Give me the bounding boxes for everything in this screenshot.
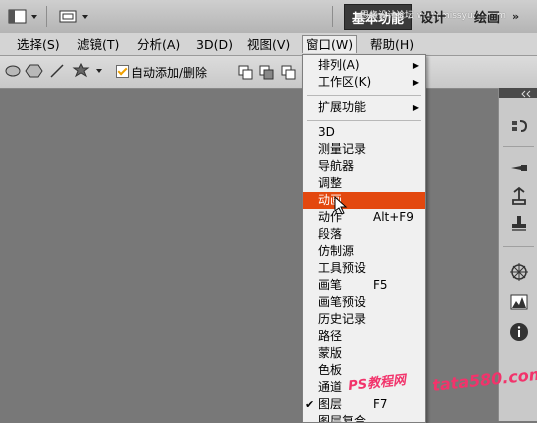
menu-item-animation[interactable]: 动画 bbox=[303, 192, 425, 209]
menu-item-label: 画笔预设 bbox=[318, 295, 367, 309]
menu-bar: 选择(S) 滤镜(T) 分析(A) 3D(D) 视图(V) 窗口(W) 帮助(H… bbox=[0, 33, 537, 56]
menu-separator bbox=[307, 95, 421, 96]
layout-icon bbox=[8, 9, 37, 23]
menu-item-actions[interactable]: 动作 Alt+F9 bbox=[303, 209, 425, 226]
menu-item-paths[interactable]: 路径 bbox=[303, 328, 425, 345]
menu-view[interactable]: 视图(V) bbox=[244, 36, 293, 53]
histogram-panel-button[interactable] bbox=[507, 290, 531, 314]
panel-divider bbox=[503, 246, 534, 247]
stamp-icon bbox=[512, 216, 526, 231]
workspace-paint-button[interactable]: 绘画 bbox=[474, 4, 500, 28]
tool-presets-panel-button[interactable] bbox=[507, 212, 531, 236]
info-panel-button[interactable] bbox=[507, 320, 531, 344]
menu-item-workspace[interactable]: 工作区(K) ▶ bbox=[303, 74, 425, 91]
info-icon bbox=[510, 323, 528, 341]
custom-shape-icon[interactable] bbox=[72, 63, 106, 79]
window-menu-dropdown: 排列(A) ▶ 工作区(K) ▶ 扩展功能 ▶ 3D 测量记录 导航器 调整 动画 动… bbox=[302, 54, 426, 423]
layout-button[interactable] bbox=[8, 6, 38, 27]
menu-analysis[interactable]: 分析(A) bbox=[134, 36, 183, 53]
menu-item-shortcut: Alt+F9 bbox=[373, 210, 414, 224]
menu-item-label: 色板 bbox=[318, 363, 343, 377]
auto-add-delete-checkbox[interactable] bbox=[116, 65, 129, 78]
collapse-arrows-icon bbox=[521, 90, 531, 98]
menu-item-label: 图层 bbox=[318, 397, 343, 411]
path-operation-icons[interactable] bbox=[238, 64, 300, 80]
menu-item-layer-comps[interactable]: 图层复合 bbox=[303, 413, 425, 423]
clone-source-panel-button[interactable] bbox=[507, 184, 531, 208]
appbar-divider bbox=[46, 6, 47, 27]
menu-item-masks[interactable]: 蒙版 bbox=[303, 345, 425, 362]
menu-item-history[interactable]: 历史记录 bbox=[303, 311, 425, 328]
application-bar: 基本功能 思缘设计论坛 www.missyuan.com 设计 绘画 » bbox=[0, 0, 537, 34]
panel-divider bbox=[503, 146, 534, 147]
panel-collapse-bar[interactable] bbox=[499, 88, 537, 98]
menu-item-label: 3D bbox=[318, 125, 335, 139]
polygon-shape-icon[interactable] bbox=[25, 63, 43, 79]
menu-item-shortcut: F7 bbox=[373, 397, 388, 411]
menu-item-label: 测量记录 bbox=[318, 142, 367, 156]
menu-item-3d[interactable]: 3D bbox=[303, 124, 425, 141]
menu-item-paragraph[interactable]: 段落 bbox=[303, 226, 425, 243]
menu-item-brush-presets[interactable]: 画笔预设 bbox=[303, 294, 425, 311]
menu-item-adjustments[interactable]: 调整 bbox=[303, 175, 425, 192]
screen-mode-icon bbox=[59, 10, 88, 22]
menu-item-extensions[interactable]: 扩展功能 ▶ bbox=[303, 99, 425, 116]
menu-item-label: 排列(A) bbox=[318, 58, 360, 72]
history-icon bbox=[512, 120, 528, 132]
submenu-arrow-icon: ▶ bbox=[412, 78, 419, 87]
menu-item-brush[interactable]: 画笔 F5 bbox=[303, 277, 425, 294]
checkmark-icon: ✔ bbox=[305, 398, 315, 411]
menu-item-label: 扩展功能 bbox=[318, 100, 367, 114]
menu-item-label: 画笔 bbox=[318, 278, 343, 292]
line-shape-icon[interactable] bbox=[48, 63, 66, 79]
menu-item-label: 蒙版 bbox=[318, 346, 343, 360]
menu-separator bbox=[307, 120, 421, 121]
brush-panel-button[interactable] bbox=[507, 156, 531, 180]
brush-icon bbox=[511, 165, 527, 171]
workspace-more-button[interactable]: » bbox=[512, 4, 519, 28]
menu-item-label: 仿制源 bbox=[318, 244, 355, 258]
navigator-panel-button[interactable] bbox=[507, 260, 531, 284]
submenu-arrow-icon: ▶ bbox=[412, 103, 419, 112]
menu-item-label: 调整 bbox=[318, 176, 343, 190]
menu-item-label: 路径 bbox=[318, 329, 343, 343]
menu-item-clone-source[interactable]: 仿制源 bbox=[303, 243, 425, 260]
menu-item-label: 历史记录 bbox=[318, 312, 367, 326]
histogram-icon bbox=[510, 294, 528, 310]
appbar-divider bbox=[332, 6, 333, 27]
menu-item-label: 工具预设 bbox=[318, 261, 367, 275]
history-panel-button[interactable] bbox=[507, 114, 531, 138]
menu-item-arrange[interactable]: 排列(A) ▶ bbox=[303, 57, 425, 74]
menu-item-label: 工作区(K) bbox=[318, 75, 372, 89]
menu-item-navigator[interactable]: 导航器 bbox=[303, 158, 425, 175]
menu-select[interactable]: 选择(S) bbox=[14, 36, 63, 53]
menu-item-label: 段落 bbox=[318, 227, 343, 241]
menu-help[interactable]: 帮助(H) bbox=[367, 36, 417, 53]
menu-item-measurement-log[interactable]: 测量记录 bbox=[303, 141, 425, 158]
menu-filter[interactable]: 滤镜(T) bbox=[74, 36, 122, 53]
screen-mode-button[interactable] bbox=[58, 6, 92, 27]
mouse-cursor-icon bbox=[334, 196, 348, 215]
menu-item-label: 图层复合 bbox=[318, 414, 367, 423]
menu-window[interactable]: 窗口(W) bbox=[302, 35, 358, 53]
menu-3d[interactable]: 3D(D) bbox=[193, 36, 236, 53]
menu-item-label: 通道 bbox=[318, 380, 343, 394]
menu-item-shortcut: F5 bbox=[373, 278, 388, 292]
submenu-arrow-icon: ▶ bbox=[412, 61, 419, 70]
workspace-design-button[interactable]: 设计 bbox=[420, 4, 446, 28]
options-bar: 自动添加/删除 bbox=[0, 56, 537, 89]
ellipse-shape-icon[interactable] bbox=[4, 63, 22, 79]
clone-stamp-icon bbox=[512, 186, 526, 205]
auto-add-delete-label: 自动添加/删除 bbox=[131, 66, 208, 80]
menu-item-layers[interactable]: ✔ 图层 F7 bbox=[303, 396, 425, 413]
menu-item-label: 导航器 bbox=[318, 159, 355, 173]
compass-icon bbox=[510, 263, 528, 281]
menu-item-tool-presets[interactable]: 工具预设 bbox=[303, 260, 425, 277]
